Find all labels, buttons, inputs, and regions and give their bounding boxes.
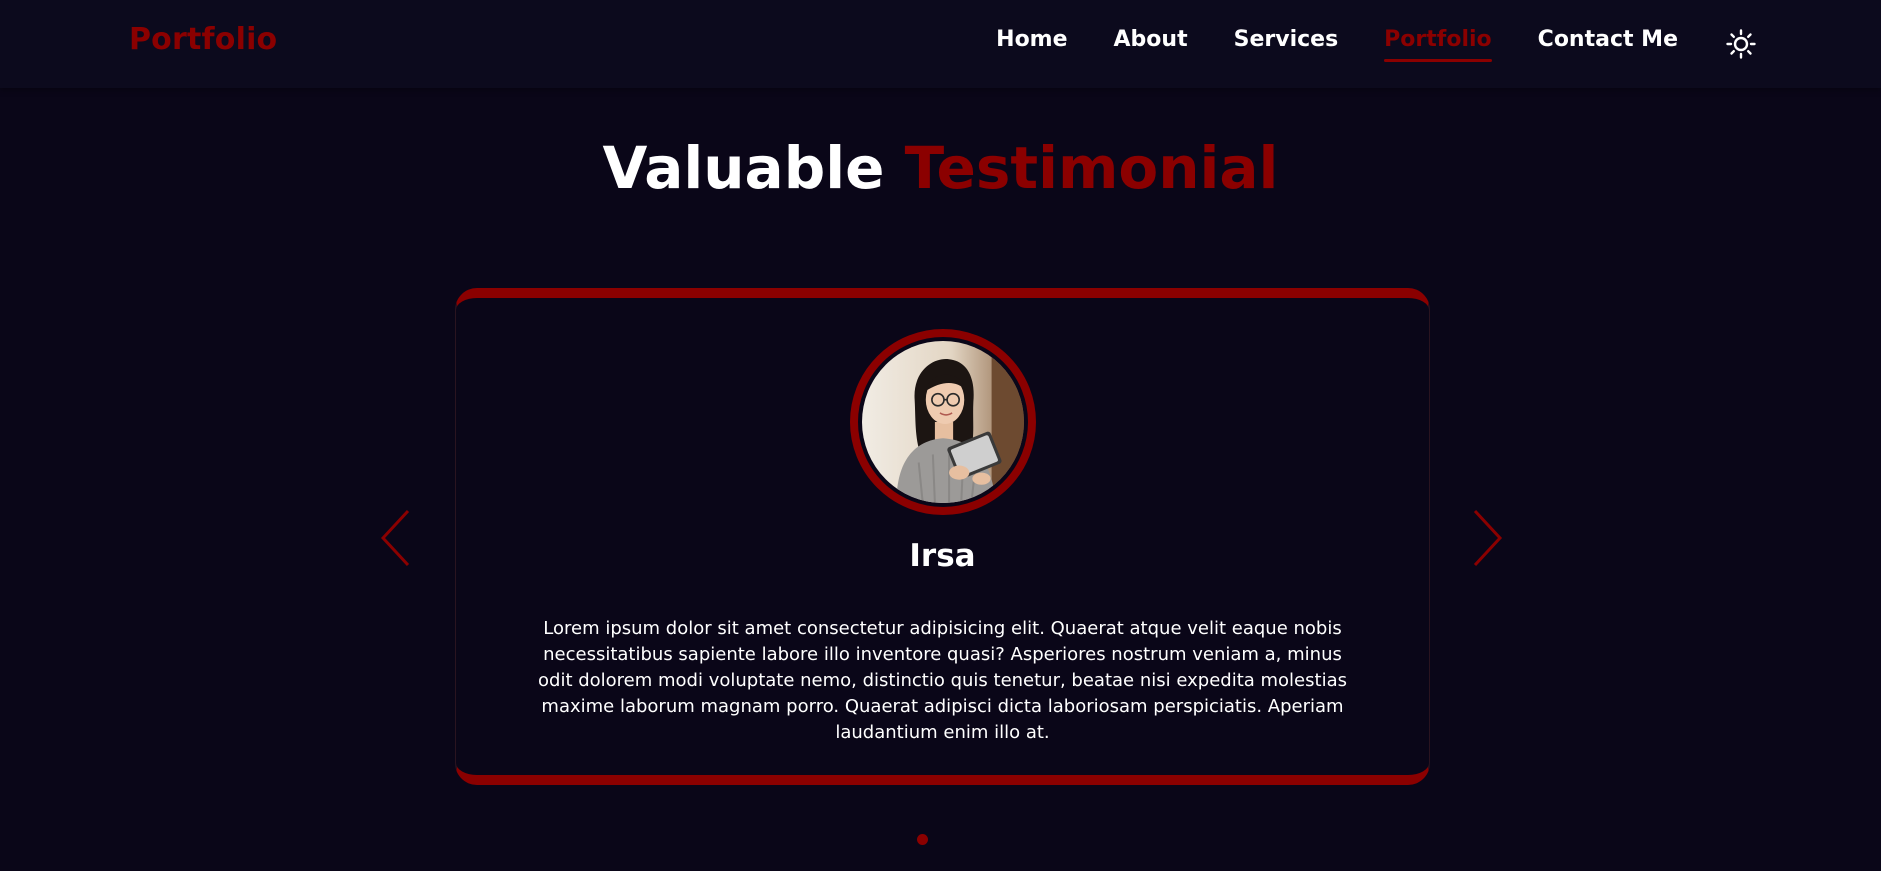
avatar-photo <box>862 341 1024 503</box>
section-title: Valuable Testimonial <box>0 134 1881 202</box>
testimonial-card: Irsa Lorem ipsum dolor sit amet consecte… <box>455 288 1430 785</box>
carousel-prev-button[interactable] <box>378 508 414 568</box>
nav-link-services[interactable]: Services <box>1234 27 1339 56</box>
chevron-left-icon <box>380 509 410 567</box>
nav-links: Home About Services Portfolio Contact Me <box>996 27 1678 62</box>
section-title-plain: Valuable <box>602 134 885 202</box>
carousel-pagination <box>917 834 928 845</box>
nav-link-about[interactable]: About <box>1114 27 1188 56</box>
chevron-right-icon <box>1473 509 1503 567</box>
nav-link-portfolio[interactable]: Portfolio <box>1384 27 1492 62</box>
pagination-dot-active[interactable] <box>917 834 928 845</box>
testimonial-text: Lorem ipsum dolor sit amet consectetur a… <box>538 618 1347 743</box>
nav-link-home[interactable]: Home <box>996 27 1067 56</box>
section-title-accent: Testimonial <box>904 134 1279 202</box>
navbar: Portfolio Home About Services Portfolio … <box>0 0 1881 88</box>
carousel-next-button[interactable] <box>1469 508 1505 568</box>
theme-toggle-button[interactable] <box>1725 28 1757 60</box>
logo[interactable]: Portfolio <box>129 22 277 57</box>
avatar <box>850 329 1036 515</box>
sun-icon <box>1726 29 1756 59</box>
nav-link-contact[interactable]: Contact Me <box>1538 27 1678 56</box>
testimonial-name: Irsa <box>909 538 976 574</box>
